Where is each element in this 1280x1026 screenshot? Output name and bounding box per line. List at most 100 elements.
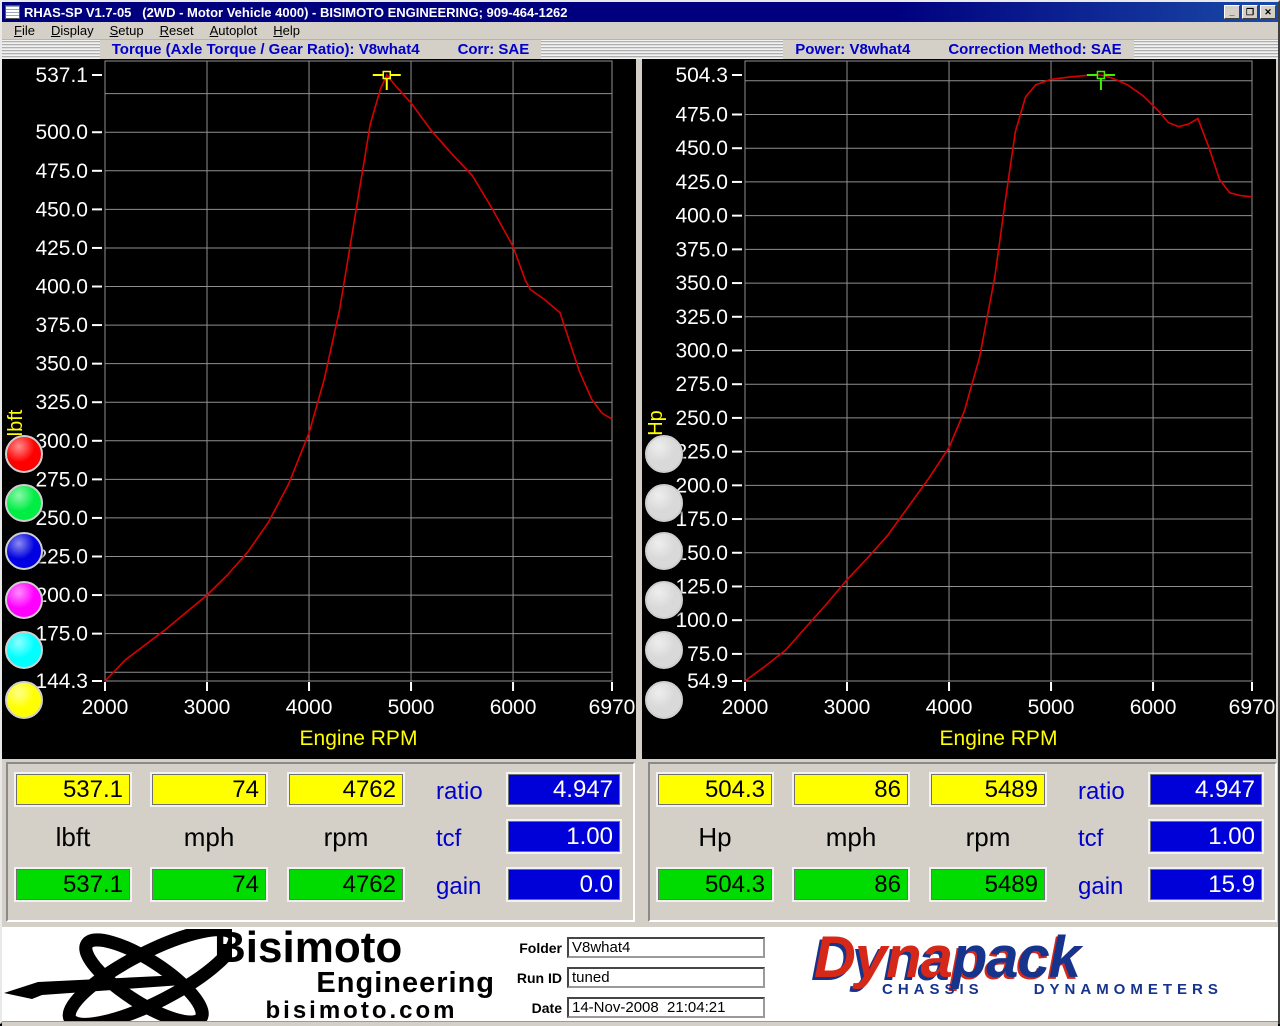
menu-bar: FileDisplaySetupResetAutoplotHelp bbox=[2, 22, 1278, 40]
y-tick-label: 350.0 bbox=[675, 272, 728, 295]
title-bar: RHAS-SP V1.7-05 (2WD - Motor Vehicle 400… bbox=[2, 2, 1278, 22]
y-tick-label: 250.0 bbox=[675, 407, 728, 430]
tcf-value: 1.00 bbox=[1150, 821, 1262, 852]
x-tick-label: 6970 bbox=[589, 696, 636, 719]
unit-label-mph: mph bbox=[152, 822, 266, 853]
run-info-fields: Folder Run ID Date bbox=[505, 936, 765, 1026]
folder-input[interactable] bbox=[567, 937, 765, 958]
tcf-value: 1.00 bbox=[508, 821, 620, 852]
run-color-button-2[interactable] bbox=[645, 484, 683, 522]
rpm-cursor-value: 4762 bbox=[289, 774, 403, 805]
x-axis-label: Engine RPM bbox=[940, 727, 1058, 750]
y-tick-label: 100.0 bbox=[675, 609, 728, 632]
y-tick-label: 225.0 bbox=[35, 545, 88, 568]
dynapack-tagline-dynamometers: DYNAMOMETERS bbox=[1034, 981, 1223, 998]
run-color-button-1[interactable] bbox=[5, 435, 43, 473]
menu-item-autoplot[interactable]: Autoplot bbox=[202, 22, 266, 39]
menu-item-file[interactable]: File bbox=[6, 22, 43, 39]
date-label: Date bbox=[505, 1000, 567, 1016]
y-tick-label: 250.0 bbox=[35, 507, 88, 530]
y-tick-label: 375.0 bbox=[675, 238, 728, 261]
run-color-button-6[interactable] bbox=[5, 681, 43, 719]
x-tick-label: 5000 bbox=[388, 696, 435, 719]
menu-item-reset[interactable]: Reset bbox=[152, 22, 202, 39]
gain-key: gain bbox=[436, 873, 481, 901]
chart-canvas: 504.3475.0450.0425.0400.0375.0350.0325.0… bbox=[642, 59, 1278, 759]
run-color-button-3[interactable] bbox=[645, 532, 683, 570]
menu-item-display[interactable]: Display bbox=[43, 22, 102, 39]
ratio-key: ratio bbox=[436, 778, 483, 806]
run-color-button-2[interactable] bbox=[5, 484, 43, 522]
y-tick-label: 325.0 bbox=[35, 391, 88, 414]
x-tick-label: 6000 bbox=[490, 696, 537, 719]
x-tick-label: 4000 bbox=[286, 696, 333, 719]
y-tick-label: 500.0 bbox=[35, 121, 88, 144]
y-tick-label: 450.0 bbox=[35, 198, 88, 221]
app-icon bbox=[5, 5, 20, 19]
footer: Bisimoto Engineering bisimoto.com Folder… bbox=[2, 927, 1278, 1026]
date-input[interactable] bbox=[567, 997, 765, 1018]
y-tick-label: 75.0 bbox=[687, 643, 728, 666]
run-color-button-3[interactable] bbox=[5, 532, 43, 570]
y-tick-label: 375.0 bbox=[35, 314, 88, 337]
y-tick-label: 425.0 bbox=[675, 171, 728, 194]
torque-chart: 537.1500.0475.0450.0425.0400.0375.0350.0… bbox=[2, 59, 636, 759]
charts-row: 537.1500.0475.0450.0425.0400.0375.0350.0… bbox=[2, 59, 1278, 759]
dyno-curve bbox=[105, 75, 612, 681]
x-tick-label: 6000 bbox=[1130, 696, 1177, 719]
bisimoto-logo-mark bbox=[2, 929, 232, 1024]
y-tick-label: 325.0 bbox=[675, 306, 728, 329]
y-tick-label: 150.0 bbox=[675, 542, 728, 565]
ratio-key: ratio bbox=[1078, 778, 1125, 806]
y-tick-label: 537.1 bbox=[35, 64, 88, 87]
run-color-button-4[interactable] bbox=[5, 581, 43, 619]
y-tick-label: 350.0 bbox=[35, 353, 88, 376]
y-tick-label: 225.0 bbox=[675, 441, 728, 464]
menu-item-setup[interactable]: Setup bbox=[102, 22, 152, 39]
power-header-title: Power: V8what4 bbox=[795, 40, 910, 59]
y-tick-label: 175.0 bbox=[35, 623, 88, 646]
x-tick-label: 2000 bbox=[722, 696, 769, 719]
run-color-button-1[interactable] bbox=[645, 435, 683, 473]
run-color-button-5[interactable] bbox=[645, 631, 683, 669]
data-row: 537.1 74 4762 lbft mph rpm 537.1 74 4762… bbox=[2, 759, 1278, 927]
gain-value: 0.0 bbox=[508, 869, 620, 900]
run-id-input[interactable] bbox=[567, 967, 765, 988]
y-tick-label: 475.0 bbox=[35, 160, 88, 183]
power-peak-value: 504.3 bbox=[658, 869, 772, 900]
unit-label-hp: Hp bbox=[658, 822, 772, 853]
dynapack-tagline-chassis: CHASSIS bbox=[882, 981, 984, 998]
y-tick-label: 504.3 bbox=[675, 64, 728, 87]
y-tick-label: 425.0 bbox=[35, 237, 88, 260]
y-axis-label: Hp bbox=[645, 410, 667, 436]
y-tick-label: 300.0 bbox=[35, 430, 88, 453]
chart-header-row: Torque (Axle Torque / Gear Ratio): V8wha… bbox=[2, 40, 1278, 59]
minimize-button[interactable]: _ bbox=[1224, 5, 1240, 19]
bisimoto-sub: Engineering bbox=[214, 969, 509, 998]
y-tick-label: 200.0 bbox=[675, 474, 728, 497]
y-tick-label: 200.0 bbox=[35, 584, 88, 607]
close-button[interactable]: ✕ bbox=[1260, 5, 1276, 19]
torque-data-panel: 537.1 74 4762 lbft mph rpm 537.1 74 4762… bbox=[6, 762, 635, 922]
torque-header-title: Torque (Axle Torque / Gear Ratio): V8wha… bbox=[112, 40, 420, 59]
run-color-button-6[interactable] bbox=[645, 681, 683, 719]
y-tick-label: 54.9 bbox=[687, 670, 728, 693]
torque-peak-value: 537.1 bbox=[16, 869, 130, 900]
dynapack-logo: Dynapack CHASSIS DYNAMOMETERS bbox=[814, 927, 1274, 998]
run-color-button-4[interactable] bbox=[645, 581, 683, 619]
menu-item-help[interactable]: Help bbox=[265, 22, 308, 39]
x-axis-label: Engine RPM bbox=[300, 727, 418, 750]
power-chart-header: Power: V8what4 Correction Method: SAE bbox=[639, 40, 1278, 59]
unit-label-mph: mph bbox=[794, 822, 908, 853]
gain-key: gain bbox=[1078, 873, 1123, 901]
bisimoto-name: Bisimoto bbox=[214, 927, 509, 969]
torque-cursor-value: 537.1 bbox=[16, 774, 130, 805]
power-header-correction: Correction Method: SAE bbox=[948, 40, 1121, 59]
run-color-button-5[interactable] bbox=[5, 631, 43, 669]
rpm-peak-value: 4762 bbox=[289, 869, 403, 900]
y-axis-label: lbft bbox=[5, 409, 27, 436]
window-title: RHAS-SP V1.7-05 (2WD - Motor Vehicle 400… bbox=[24, 5, 1224, 20]
dyno-curve bbox=[745, 75, 1252, 681]
power-data-panel: 504.3 86 5489 Hp mph rpm 504.3 86 5489 r… bbox=[648, 762, 1277, 922]
restore-button[interactable]: ❐ bbox=[1242, 5, 1258, 19]
